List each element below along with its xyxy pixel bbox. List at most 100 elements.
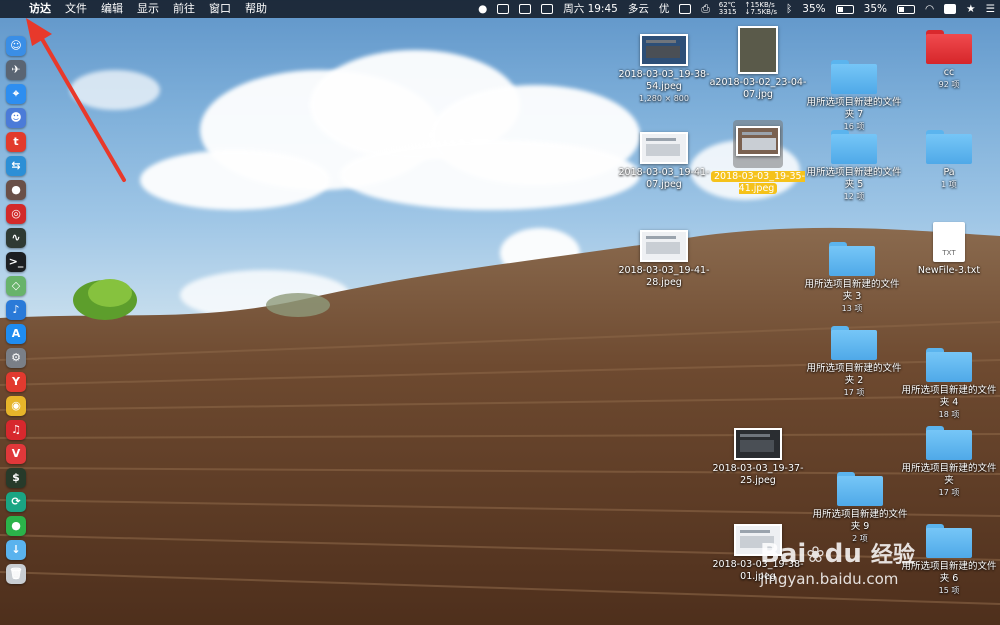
tree (73, 279, 137, 320)
desktop-folder[interactable]: 用所选项目新建的文件夹 17 项 (899, 426, 999, 499)
desktop-folder-red[interactable]: cc 92 项 (899, 30, 999, 91)
folder-name: Pa (943, 167, 955, 178)
app-store-icon[interactable]: A (6, 324, 26, 344)
file-name: 2018-03-03_19-41-07.jpeg (618, 167, 710, 190)
trash-icon[interactable]: 🗑 (6, 564, 26, 584)
finder-icon[interactable]: ☺ (6, 36, 26, 56)
folder-icon (831, 60, 877, 94)
folder-icon (926, 130, 972, 164)
migration-icon[interactable]: ⇆ (6, 156, 26, 176)
folder-icon (829, 242, 875, 276)
folder-icon (831, 130, 877, 164)
screenshot-icon[interactable] (536, 0, 558, 18)
desktop-folder[interactable]: 用所选项目新建的文件夹 7 16 项 (804, 60, 904, 133)
selection-highlight (733, 120, 783, 168)
desktop-file-image[interactable]: a2018-03-02_23-04-07.jpg (708, 26, 808, 101)
system-monitor[interactable]: 62℃ 3315 (715, 2, 741, 16)
desktop-folder[interactable]: 用所选项目新建的文件夹 4 18 项 (899, 348, 999, 421)
folder-icon (831, 326, 877, 360)
paw-icon: ❀ (806, 543, 825, 568)
menu-window[interactable]: 窗口 (202, 0, 238, 18)
folder-count: 18 项 (938, 410, 960, 419)
battery-charging-icon[interactable] (892, 0, 920, 18)
file-name: a2018-03-02_23-04-07.jpg (709, 77, 807, 100)
desktop-folder[interactable]: 用所选项目新建的文件夹 2 17 项 (804, 326, 904, 399)
battery-left-text[interactable]: 35% (797, 0, 830, 18)
file-name: NewFile-3.txt (917, 265, 981, 276)
menu-list-icon[interactable]: ☰ (981, 0, 1000, 18)
desktop-folder[interactable]: 用所选项目新建的文件夹 5 12 项 (804, 130, 904, 203)
file-info: 1,280 × 800 (639, 94, 689, 103)
net-down-readout: ↓7.5KB/s (744, 8, 777, 16)
downloads-folder-icon[interactable]: ↓ (6, 540, 26, 560)
app-store-red-icon[interactable]: t (6, 132, 26, 152)
netease-icon[interactable]: ◎ (6, 204, 26, 224)
image-thumbnail (640, 34, 688, 66)
wechat-status-icon[interactable]: ● (473, 0, 492, 18)
folder-name: 用所选项目新建的文件夹 9 (812, 509, 908, 532)
air-quality-text[interactable]: 优 (654, 0, 675, 18)
file-name: 2018-03-03_19-35-41.jpeg (708, 171, 808, 195)
watermark-url: jingyan.baidu.com (760, 570, 899, 588)
activity-monitor-icon[interactable]: ∿ (6, 228, 26, 248)
folder-count: 17 项 (938, 488, 960, 497)
annotation-arrow (26, 18, 126, 182)
system-preferences-icon[interactable]: ⚙ (6, 348, 26, 368)
music-icon[interactable]: ♫ (6, 420, 26, 440)
folder-name: 用所选项目新建的文件夹 4 (901, 385, 997, 408)
folder-icon (926, 348, 972, 382)
menu-help[interactable]: 帮助 (238, 0, 274, 18)
wifi-icon[interactable]: ◠ (920, 0, 939, 18)
image-thumbnail (640, 132, 688, 164)
safari-icon[interactable]: ⌖ (6, 84, 26, 104)
image-thumbnail (734, 428, 782, 460)
display-icon[interactable] (492, 0, 514, 18)
chrome-icon[interactable]: ◉ (6, 396, 26, 416)
grid-icon[interactable] (514, 0, 536, 18)
status-area: ● 周六 19:45 多云 优 ⎙ 62℃ 3315 ↑15KB/s ↓7.5K… (473, 0, 1000, 18)
folder-name: 用所选项目新建的文件夹 (901, 463, 997, 486)
console-icon[interactable]: $ (6, 468, 26, 488)
folder-name: cc (943, 67, 955, 78)
desktop-file-image-selected[interactable]: 2018-03-03_19-35-41.jpeg (708, 120, 808, 195)
baidu-watermark: Bai❀du 经验 jingyan.baidu.com (760, 540, 915, 588)
desktop-folder[interactable]: 用所选项目新建的文件夹 9 2 项 (810, 472, 910, 545)
sync-icon[interactable]: ⟳ (6, 492, 26, 512)
image-thumbnail (738, 26, 778, 74)
clock-text[interactable]: 周六 19:45 (558, 0, 623, 18)
weather-text[interactable]: 多云 (623, 0, 654, 18)
star-icon[interactable]: ★ (961, 0, 980, 18)
dock: ☺ ✈ ⌖ ☻ t ⇆ ● ◎ ∿ >_ ◇ ♪ A ⚙ Y ◉ ♫ V $ ⟳ ● ↓ 🗑 (4, 36, 30, 588)
folder-name: 用所选项目新建的文件夹 3 (804, 279, 900, 302)
desktop-file-image[interactable]: 2018-03-03_19-37-25.jpeg (708, 428, 808, 487)
battery-left-icon[interactable] (831, 0, 859, 18)
desktop-file-image[interactable]: 2018-03-03_19-41-28.jpeg (614, 230, 714, 289)
yandex-icon[interactable]: Y (6, 372, 26, 392)
printer-icon[interactable]: ⎙ (696, 0, 714, 18)
battery-right-text[interactable]: 35% (859, 0, 892, 18)
terminal-icon[interactable]: >_ (6, 252, 26, 272)
desktop-file-image[interactable]: 2018-03-03_19-41-07.jpeg (614, 132, 714, 191)
desktop-file-image[interactable]: 2018-03-03_19-38-54.jpeg 1,280 × 800 (614, 34, 714, 105)
file-name: 2018-03-03_19-38-54.jpeg (618, 69, 710, 92)
desktop-folder[interactable]: 用所选项目新建的文件夹 3 13 项 (802, 242, 902, 315)
window-manager-icon[interactable] (674, 0, 696, 18)
network-speed[interactable]: ↑15KB/s ↓7.5KB/s (741, 2, 781, 16)
vivaldi-icon[interactable]: V (6, 444, 26, 464)
desktop-folder[interactable]: Pa 1 项 (899, 130, 999, 191)
folder-icon (926, 426, 972, 460)
bluetooth-icon[interactable]: ᛒ (781, 0, 797, 18)
folder-name: 用所选项目新建的文件夹 7 (806, 97, 902, 120)
desktop-file-text[interactable]: TXT NewFile-3.txt (899, 222, 999, 277)
folder-count: 12 项 (843, 192, 865, 201)
folder-count: 1 项 (941, 180, 957, 189)
maps-icon[interactable]: ◇ (6, 276, 26, 296)
basketball-icon[interactable]: ● (6, 180, 26, 200)
app-switch-icon[interactable] (939, 0, 961, 18)
mic-icon[interactable]: ♪ (6, 300, 26, 320)
contacts-icon[interactable]: ☻ (6, 108, 26, 128)
folder-count: 92 项 (938, 80, 960, 89)
folder-count: 13 项 (841, 304, 863, 313)
wechat-icon[interactable]: ● (6, 516, 26, 536)
launchpad-icon[interactable]: ✈ (6, 60, 26, 80)
